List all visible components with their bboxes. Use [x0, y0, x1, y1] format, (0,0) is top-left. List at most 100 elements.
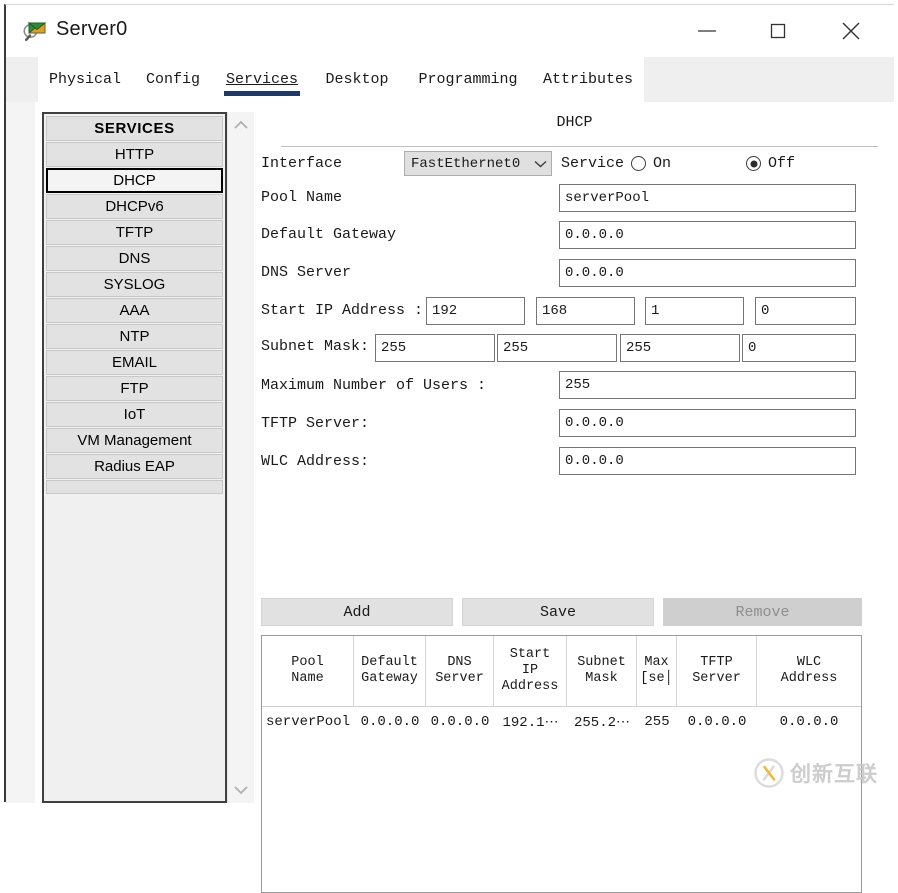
max-users-input[interactable]: 255 — [559, 371, 856, 399]
subnet-mask-octet-1[interactable]: 255 — [375, 334, 495, 362]
subnet-mask-octet-4[interactable]: 0 — [742, 334, 856, 362]
pool-name-input[interactable]: serverPool — [559, 184, 856, 212]
subnet-mask-label: Subnet Mask: — [261, 338, 369, 355]
table-cell: 255 — [637, 714, 677, 730]
start-ip-octet-3[interactable]: 1 — [645, 297, 744, 325]
sidebar-item-label: EMAIL — [112, 354, 157, 371]
tftp-server-input[interactable]: 0.0.0.0 — [559, 409, 856, 437]
close-button[interactable] — [828, 13, 874, 49]
sidebar-item-label: HTTP — [115, 146, 154, 163]
save-button[interactable]: Save — [462, 598, 654, 626]
table-cell: 0.0.0.0 — [354, 714, 426, 730]
sidebar-item-ntp[interactable]: NTP — [46, 324, 223, 349]
subnet-mask-octet-2[interactable]: 255 — [497, 334, 617, 362]
tab-attributes[interactable]: Attributes — [532, 57, 644, 102]
minimize-button[interactable] — [684, 13, 730, 49]
table-column-header[interactable]: Default Gateway — [354, 636, 426, 706]
services-list: SERVICES HTTP DHCP DHCPv6 TFTP DNSSYSLOGAAA NT… — [42, 112, 227, 803]
sidebar-item-label: VM Management — [77, 432, 191, 449]
sidebar-item-email[interactable]: EMAIL — [46, 350, 223, 375]
interface-select[interactable]: FastEthernet0 — [404, 151, 552, 176]
tab-programming[interactable]: Programming — [404, 57, 532, 102]
radio-circle-off — [746, 156, 761, 171]
dhcp-form: DHCP Interface FastEthernet0 Service On — [253, 102, 896, 803]
sidebar-item-aaa[interactable]: AAA — [46, 298, 223, 323]
remove-button[interactable]: Remove — [663, 598, 862, 626]
start-ip-octet-4[interactable]: 0 — [755, 297, 856, 325]
maximize-button[interactable] — [755, 13, 801, 49]
table-row[interactable]: serverPool0.0.0.00.0.0.0192.1⋯255.2⋯2550… — [262, 707, 861, 737]
table-column-header[interactable]: WLC Address — [757, 636, 861, 706]
default-gateway-input[interactable]: 0.0.0.0 — [559, 221, 856, 249]
tab-label: Config — [146, 71, 200, 88]
sidebar-item-radius-eap[interactable]: Radius EAP — [46, 454, 223, 479]
table-column-header[interactable]: Start IP Address — [494, 636, 567, 706]
table-column-header[interactable]: Max [se│ — [637, 636, 677, 706]
table-cell: 0.0.0.0 — [757, 714, 861, 730]
tab-label: Programming — [418, 71, 517, 88]
close-icon — [840, 20, 862, 42]
start-ip-label: Start IP Address : — [261, 302, 423, 319]
sidebar-item-iot[interactable]: IoT — [46, 402, 223, 427]
chevron-up-icon — [233, 120, 249, 130]
sidebar-item-label: TFTP — [116, 224, 154, 241]
add-button[interactable]: Add — [261, 598, 453, 626]
title-bar: Server0 — [6, 5, 894, 57]
sidebar-item-dhcp[interactable]: DHCP — [46, 168, 223, 193]
service-on-radio[interactable]: On — [631, 155, 671, 172]
table-cell: 0.0.0.0 — [426, 714, 494, 730]
tab-label: Services — [226, 71, 298, 88]
subnet-mask-octet-3[interactable]: 255 — [620, 334, 740, 362]
title-divider — [281, 146, 878, 147]
sidebar-item-label: Radius EAP — [94, 458, 175, 475]
dns-server-input[interactable]: 0.0.0.0 — [559, 259, 856, 287]
default-gateway-label: Default Gateway — [261, 226, 396, 243]
table-column-header[interactable]: DNS Server — [426, 636, 494, 706]
sidebar-item-label: FTP — [120, 380, 148, 397]
tab-services[interactable]: Services — [214, 57, 310, 102]
tab-label: Physical — [49, 71, 121, 88]
sidebar-item-dns[interactable]: DNS — [46, 246, 223, 271]
start-ip-octet-2[interactable]: 168 — [536, 297, 635, 325]
sidebar-item-tftp[interactable]: TFTP — [46, 220, 223, 245]
table-cell: serverPool — [262, 714, 354, 730]
table-column-header[interactable]: TFTP Server — [677, 636, 757, 706]
services-scrollbar[interactable] — [227, 112, 254, 803]
table-column-header[interactable]: Subnet Mask — [567, 636, 637, 706]
sidebar-item-label: IoT — [124, 406, 146, 423]
interface-value: FastEthernet0 — [405, 156, 529, 172]
sidebar-item-label: NTP — [120, 328, 150, 345]
start-ip-octet-1[interactable]: 192 — [426, 297, 525, 325]
content-area: SERVICES HTTP DHCP DHCPv6 TFTP DNSSYSLOGAAA NT… — [6, 102, 896, 803]
scroll-up-button[interactable] — [228, 112, 254, 138]
tab-desktop[interactable]: Desktop — [310, 57, 404, 102]
tab-strip: Physical Config Services Desktop Programming… — [6, 57, 894, 102]
wlc-address-label: WLC Address: — [261, 453, 369, 470]
service-off-label: Off — [768, 155, 795, 172]
wlc-address-input[interactable]: 0.0.0.0 — [559, 447, 856, 475]
tab-config[interactable]: Config — [132, 57, 214, 102]
table-column-header[interactable]: Pool Name — [262, 636, 354, 706]
sidebar-item-http[interactable]: HTTP — [46, 142, 223, 167]
tab-physical[interactable]: Physical — [38, 57, 132, 102]
sidebar-item-label: DHCPv6 — [105, 198, 163, 215]
sidebar-item-label: SERVICES — [94, 120, 174, 137]
service-off-radio[interactable]: Off — [746, 155, 795, 172]
sidebar-item-syslog[interactable]: SYSLOG — [46, 272, 223, 297]
server-properties-window: Server0 Physical Config Services Desktop Pro… — [4, 4, 894, 802]
table-cell: 255.2⋯ — [567, 714, 637, 731]
table-header-row: Pool NameDefault GatewayDNS ServerStart … — [262, 636, 861, 707]
tab-label: Desktop — [325, 71, 388, 88]
scroll-down-button[interactable] — [228, 777, 254, 803]
page-title: DHCP — [253, 114, 896, 131]
service-label: Service — [561, 155, 624, 172]
tftp-server-label: TFTP Server: — [261, 415, 369, 432]
chevron-down-icon — [233, 785, 249, 795]
sidebar-item-ftp[interactable]: FTP — [46, 376, 223, 401]
sidebar-item-dhcpv6[interactable]: DHCPv6 — [46, 194, 223, 219]
max-users-label: Maximum Number of Users : — [261, 377, 486, 394]
sidebar-item-vm-management[interactable]: VM Management — [46, 428, 223, 453]
table-cell: 0.0.0.0 — [677, 714, 757, 730]
sidebar-item-services: SERVICES — [46, 116, 223, 141]
active-tab-underline — [224, 91, 300, 96]
